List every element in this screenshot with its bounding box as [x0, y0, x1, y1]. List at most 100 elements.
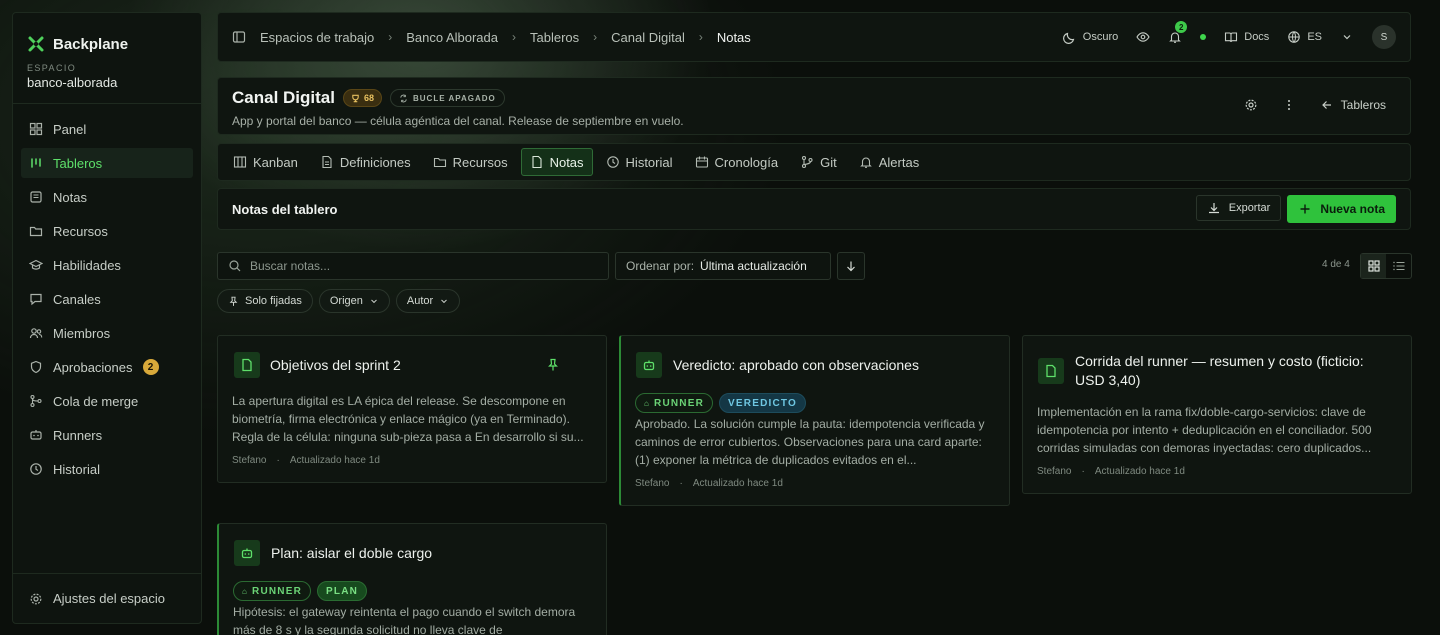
- note-excerpt: Aprobado. La solución cumple la pauta: i…: [635, 417, 985, 467]
- filter-chips: Solo fijadas Origen Autor: [217, 289, 461, 313]
- back-to-boards-link[interactable]: Tableros: [1320, 98, 1386, 112]
- avatar[interactable]: S: [1372, 25, 1396, 49]
- moon-icon: [1062, 30, 1077, 44]
- sort-direction-button[interactable]: [837, 252, 865, 280]
- note-excerpt: Implementación en la rama fix/doble-carg…: [1037, 405, 1372, 455]
- workspace-settings-button[interactable]: Ajustes del espacio: [13, 573, 201, 623]
- docs-label: Docs: [1244, 31, 1270, 43]
- filter-author[interactable]: Autor: [395, 289, 461, 313]
- breadcrumb: Espacios de trabajo › Banco Alborada › T…: [260, 30, 751, 45]
- notes-heading: Notas del tablero: [232, 201, 338, 217]
- sidebar-toggle-icon[interactable]: [232, 30, 246, 44]
- tab-historial[interactable]: Historial: [597, 148, 682, 176]
- note-updated: Actualizado hace 1d: [692, 478, 783, 489]
- gear-icon[interactable]: [1244, 98, 1258, 112]
- note-icon: [234, 352, 260, 378]
- sidebar-divider: [13, 103, 201, 104]
- sidebar-item-runners[interactable]: Runners: [21, 420, 193, 450]
- tab-cronologia[interactable]: Cronología: [686, 148, 788, 176]
- tab-recursos[interactable]: Recursos: [424, 148, 517, 176]
- grid-view-button[interactable]: [1361, 254, 1386, 278]
- sidebar-item-habilidades[interactable]: Habilidades: [21, 250, 193, 280]
- robot-icon: [636, 352, 662, 378]
- tab-definiciones[interactable]: Definiciones: [311, 148, 420, 176]
- board-title: Canal Digital: [232, 88, 335, 107]
- chevron-down-icon[interactable]: [1340, 30, 1354, 44]
- note-tags: ⌂ RUNNER PLAN: [233, 581, 368, 601]
- tab-alertas[interactable]: Alertas: [850, 148, 928, 176]
- search-input[interactable]: Buscar notas...: [217, 252, 609, 280]
- sort-select[interactable]: Ordenar por: Última actualización: [615, 252, 831, 280]
- more-vertical-icon[interactable]: [1282, 98, 1296, 112]
- runner-tag: ⌂ RUNNER: [635, 393, 714, 413]
- tab-git[interactable]: Git: [791, 148, 846, 176]
- tab-label: Cronología: [714, 154, 779, 170]
- tab-kanban[interactable]: Kanban: [224, 148, 307, 176]
- note-icon: [1038, 358, 1064, 384]
- tab-notas[interactable]: Notas: [520, 148, 593, 176]
- board-actions: Tableros: [1244, 98, 1386, 112]
- view-toggle: [1360, 253, 1412, 279]
- brand[interactable]: Backplane: [13, 13, 201, 61]
- docs-link[interactable]: Docs: [1224, 30, 1269, 44]
- sidebar-item-recursos[interactable]: Recursos: [21, 216, 193, 246]
- note-card[interactable]: Veredicto: aprobado con observaciones ⌂ R…: [619, 335, 1010, 506]
- workspace-name[interactable]: banco-alborada: [13, 73, 201, 95]
- sidebar-item-tableros[interactable]: Tableros: [21, 148, 193, 178]
- board-tabs: Kanban Definiciones Recursos Notas Histo…: [217, 143, 1411, 181]
- list-view-button[interactable]: [1386, 254, 1411, 278]
- filter-label: Autor: [406, 295, 434, 307]
- users-icon: [29, 326, 43, 340]
- tab-label: Notas: [549, 154, 584, 170]
- sidebar-item-canales[interactable]: Canales: [21, 284, 193, 314]
- sidebar-item-label: Cola de merge: [53, 393, 139, 409]
- sidebar-item-historial[interactable]: Historial: [21, 454, 193, 484]
- filter-origin[interactable]: Origen: [318, 289, 390, 313]
- tab-label: Alertas: [878, 154, 920, 170]
- breadcrumb-item[interactable]: Canal Digital: [611, 30, 685, 45]
- export-button[interactable]: Exportar: [1195, 195, 1282, 221]
- language-select[interactable]: ES: [1287, 30, 1322, 44]
- clock-icon: [29, 462, 43, 476]
- theme-toggle-button[interactable]: Oscuro: [1062, 30, 1118, 44]
- search-placeholder: Buscar notas...: [250, 259, 331, 273]
- globe-icon: [1287, 30, 1301, 44]
- sidebar-item-label: Tableros: [53, 155, 103, 171]
- eye-icon[interactable]: [1136, 30, 1150, 44]
- board-title-row: Canal Digital 68 BUCLE APAGADO: [232, 88, 505, 108]
- breadcrumb-item[interactable]: Tableros: [530, 30, 579, 45]
- board-header: Canal Digital 68 BUCLE APAGADO App y por…: [217, 77, 1411, 135]
- new-note-button[interactable]: Nueva nota: [1287, 195, 1396, 223]
- note-title: Objetivos del sprint 2: [270, 357, 401, 373]
- note-card[interactable]: Objetivos del sprint 2 La apertura digit…: [217, 335, 607, 483]
- note-updated: Actualizado hace 1d: [1094, 466, 1185, 477]
- list-icon: [1392, 259, 1406, 273]
- sidebar-item-label: Recursos: [53, 223, 108, 239]
- plus-icon: [1298, 202, 1312, 216]
- back-label: Tableros: [1340, 98, 1386, 112]
- language-label: ES: [1307, 31, 1322, 43]
- breadcrumb-item[interactable]: Banco Alborada: [406, 30, 498, 45]
- sidebar-item-label: Historial: [53, 461, 100, 477]
- verdict-tag: VEREDICTO: [719, 393, 806, 413]
- loop-status-badge: BUCLE APAGADO: [389, 89, 505, 107]
- note-card[interactable]: Corrida del runner — resumen y costo (fi…: [1022, 335, 1412, 494]
- tab-label: Definiciones: [339, 154, 411, 170]
- loop-status-label: BUCLE APAGADO: [412, 93, 496, 103]
- breadcrumb-item[interactable]: Espacios de trabajo: [260, 30, 374, 45]
- bell-icon: [859, 155, 873, 169]
- note-card[interactable]: Plan: aislar el doble cargo ⌂ RUNNER PLAN…: [217, 523, 607, 635]
- sidebar-item-aprobaciones[interactable]: Aprobaciones 2: [21, 352, 193, 382]
- topbar: Espacios de trabajo › Banco Alborada › T…: [217, 12, 1411, 62]
- chevron-right-icon: ›: [388, 30, 393, 44]
- pin-icon[interactable]: [546, 358, 560, 372]
- filter-pinned[interactable]: Solo fijadas: [217, 289, 313, 313]
- sidebar-item-label: Aprobaciones: [53, 359, 133, 375]
- book-icon: [1224, 30, 1238, 44]
- folder-icon: [29, 224, 43, 238]
- notifications-button[interactable]: 2: [1168, 21, 1188, 44]
- sidebar-item-cola-de-merge[interactable]: Cola de merge: [21, 386, 193, 416]
- sidebar-item-miembros[interactable]: Miembros: [21, 318, 193, 348]
- sidebar-item-notas[interactable]: Notas: [21, 182, 193, 212]
- sidebar-item-panel[interactable]: Panel: [21, 114, 193, 144]
